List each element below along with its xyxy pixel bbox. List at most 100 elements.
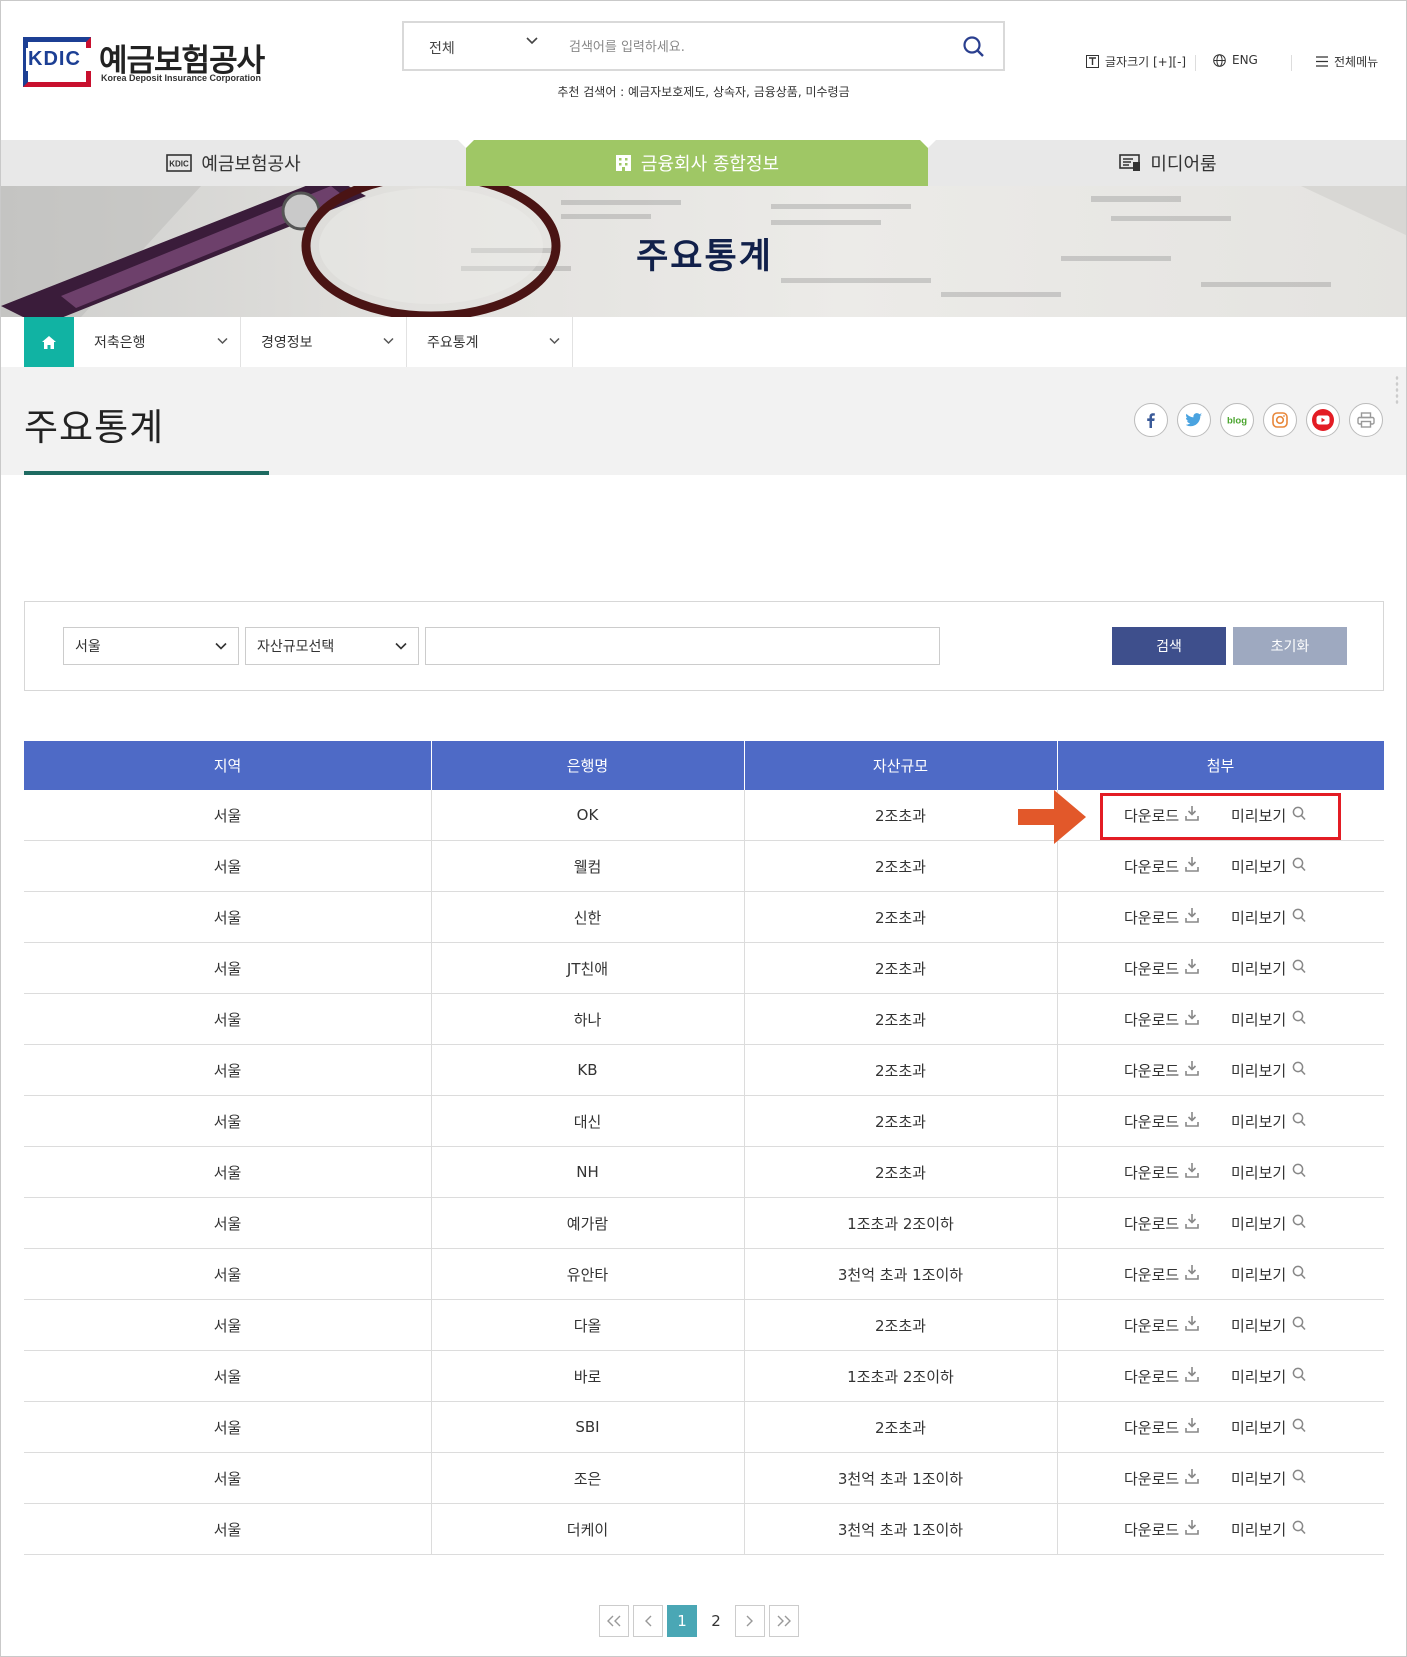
tab-financial-info[interactable]: 금융회사 종합정보 bbox=[466, 140, 928, 186]
search-button[interactable]: 검색 bbox=[1112, 627, 1226, 665]
tab-media-room[interactable]: 미디어룸 bbox=[928, 140, 1406, 186]
search-scope-select[interactable]: 전체 bbox=[429, 38, 455, 58]
all-menu-label: 전체메뉴 bbox=[1334, 55, 1379, 69]
page-number-current[interactable]: 1 bbox=[667, 1605, 697, 1637]
cell-asset-size: 2조초과 bbox=[875, 1418, 926, 1437]
column-divider bbox=[431, 943, 432, 994]
search-input[interactable] bbox=[569, 36, 949, 58]
cell-region: 서울 bbox=[213, 1265, 242, 1284]
preview-label: 미리보기 bbox=[1231, 1214, 1287, 1233]
magnifier-icon bbox=[1292, 1214, 1306, 1233]
blog-icon[interactable]: blog bbox=[1220, 403, 1254, 437]
recommended-keywords[interactable]: 추천 검색어 : 예금자보호제도, 상속자, 금융상품, 미수령금 bbox=[402, 83, 1005, 100]
breadcrumb-key-statistics[interactable]: 주요통계 bbox=[407, 317, 573, 367]
preview-link[interactable]: 미리보기 bbox=[1231, 1147, 1306, 1197]
breadcrumb-label: 저축은행 bbox=[94, 335, 146, 351]
preview-link[interactable]: 미리보기 bbox=[1231, 892, 1306, 942]
download-link[interactable]: 다운로드 bbox=[1124, 1096, 1200, 1146]
asset-size-select[interactable]: 자산규모선택 bbox=[245, 627, 419, 665]
font-size-control[interactable]: 글자크기 [+][-] bbox=[1086, 53, 1186, 70]
preview-link[interactable]: 미리보기 bbox=[1231, 1249, 1306, 1299]
cell-bank-name: KB bbox=[577, 1061, 598, 1079]
prev-page-button[interactable] bbox=[633, 1605, 663, 1637]
first-page-button[interactable] bbox=[599, 1605, 629, 1637]
instagram-icon[interactable] bbox=[1263, 403, 1297, 437]
download-link[interactable]: 다운로드 bbox=[1124, 1198, 1200, 1248]
reset-button[interactable]: 초기화 bbox=[1233, 627, 1347, 665]
preview-label: 미리보기 bbox=[1231, 1316, 1287, 1335]
preview-link[interactable]: 미리보기 bbox=[1231, 841, 1306, 891]
download-link[interactable]: 다운로드 bbox=[1124, 841, 1200, 891]
preview-label: 미리보기 bbox=[1231, 1520, 1287, 1539]
facebook-icon[interactable] bbox=[1134, 403, 1168, 437]
preview-link[interactable]: 미리보기 bbox=[1231, 1504, 1306, 1554]
download-link[interactable]: 다운로드 bbox=[1124, 1147, 1200, 1197]
download-label: 다운로드 bbox=[1124, 857, 1180, 876]
download-link[interactable]: 다운로드 bbox=[1124, 1402, 1200, 1452]
twitter-icon[interactable] bbox=[1177, 403, 1211, 437]
next-page-button[interactable] bbox=[735, 1605, 765, 1637]
preview-link[interactable]: 미리보기 bbox=[1231, 1300, 1306, 1350]
tab-kdic[interactable]: KDIC 예금보험공사 bbox=[1, 140, 466, 186]
search-icon[interactable] bbox=[960, 33, 988, 61]
cell-asset-size: 1조초과 2조이하 bbox=[847, 1214, 954, 1233]
preview-link[interactable]: 미리보기 bbox=[1231, 1198, 1306, 1248]
table-row: 서울 더케이 3천억 초과 1조이하 다운로드 미리보기 bbox=[24, 1504, 1384, 1555]
breadcrumb-savings-bank[interactable]: 저축은행 bbox=[74, 317, 241, 367]
preview-label: 미리보기 bbox=[1231, 1469, 1287, 1488]
cell-bank-name: 조은 bbox=[573, 1469, 602, 1488]
download-link[interactable]: 다운로드 bbox=[1124, 1045, 1200, 1095]
page-number[interactable]: 2 bbox=[701, 1605, 731, 1637]
region-select[interactable]: 서울 bbox=[63, 627, 239, 665]
cell-region: 서울 bbox=[213, 1520, 242, 1539]
preview-label: 미리보기 bbox=[1231, 1163, 1287, 1182]
keyword-input[interactable] bbox=[425, 627, 940, 665]
cell-bank-name: 웰컴 bbox=[573, 857, 602, 876]
preview-link[interactable]: 미리보기 bbox=[1231, 1351, 1306, 1401]
magnifier-icon bbox=[1292, 857, 1306, 876]
download-link[interactable]: 다운로드 bbox=[1124, 1351, 1200, 1401]
cell-asset-size: 3천억 초과 1조이하 bbox=[837, 1265, 964, 1284]
logo-abbr: KDIC bbox=[26, 48, 106, 71]
column-divider bbox=[744, 841, 745, 892]
download-label: 다운로드 bbox=[1124, 1265, 1180, 1284]
global-nav: KDIC 예금보험공사 금융회사 종합정보 미디어룸 bbox=[1, 140, 1406, 186]
download-link[interactable]: 다운로드 bbox=[1124, 1300, 1200, 1350]
preview-link[interactable]: 미리보기 bbox=[1231, 943, 1306, 993]
download-link[interactable]: 다운로드 bbox=[1124, 1504, 1200, 1554]
download-link[interactable]: 다운로드 bbox=[1124, 1249, 1200, 1299]
all-menu-button[interactable]: 전체메뉴 bbox=[1316, 53, 1378, 70]
breadcrumb-management-info[interactable]: 경영정보 bbox=[241, 317, 407, 367]
breadcrumb-label: 주요통계 bbox=[427, 335, 479, 351]
download-link[interactable]: 다운로드 bbox=[1124, 1453, 1200, 1503]
home-button[interactable] bbox=[24, 317, 74, 367]
preview-link[interactable]: 미리보기 bbox=[1231, 1402, 1306, 1452]
magnifier-icon bbox=[1292, 1163, 1306, 1182]
print-icon[interactable] bbox=[1349, 403, 1383, 437]
column-divider bbox=[1057, 943, 1058, 994]
chevron-down-icon bbox=[215, 642, 227, 650]
download-link[interactable]: 다운로드 bbox=[1124, 994, 1200, 1044]
column-divider bbox=[1057, 841, 1058, 892]
column-divider bbox=[431, 1504, 432, 1555]
chevron-down-icon[interactable] bbox=[526, 35, 538, 47]
tab-label: 금융회사 종합정보 bbox=[640, 154, 780, 175]
cell-region: 서울 bbox=[213, 1418, 242, 1437]
download-label: 다운로드 bbox=[1124, 1469, 1180, 1488]
youtube-icon[interactable] bbox=[1306, 403, 1340, 437]
kdic-logo[interactable]: KDIC 예금보험공사 Korea Deposit Insurance Corp… bbox=[23, 37, 265, 89]
double-chevron-right-icon bbox=[777, 1615, 791, 1627]
download-link[interactable]: 다운로드 bbox=[1124, 892, 1200, 942]
download-label: 다운로드 bbox=[1124, 959, 1180, 978]
language-link[interactable]: ENG bbox=[1213, 53, 1258, 67]
preview-link[interactable]: 미리보기 bbox=[1231, 1096, 1306, 1146]
table-row: 서울 다올 2조초과 다운로드 미리보기 bbox=[24, 1300, 1384, 1351]
column-divider bbox=[1057, 1249, 1058, 1300]
preview-link[interactable]: 미리보기 bbox=[1231, 994, 1306, 1044]
download-link[interactable]: 다운로드 bbox=[1124, 943, 1200, 993]
preview-link[interactable]: 미리보기 bbox=[1231, 1045, 1306, 1095]
preview-link[interactable]: 미리보기 bbox=[1231, 1453, 1306, 1503]
column-divider bbox=[431, 1198, 432, 1249]
last-page-button[interactable] bbox=[769, 1605, 799, 1637]
download-icon bbox=[1185, 1213, 1200, 1233]
